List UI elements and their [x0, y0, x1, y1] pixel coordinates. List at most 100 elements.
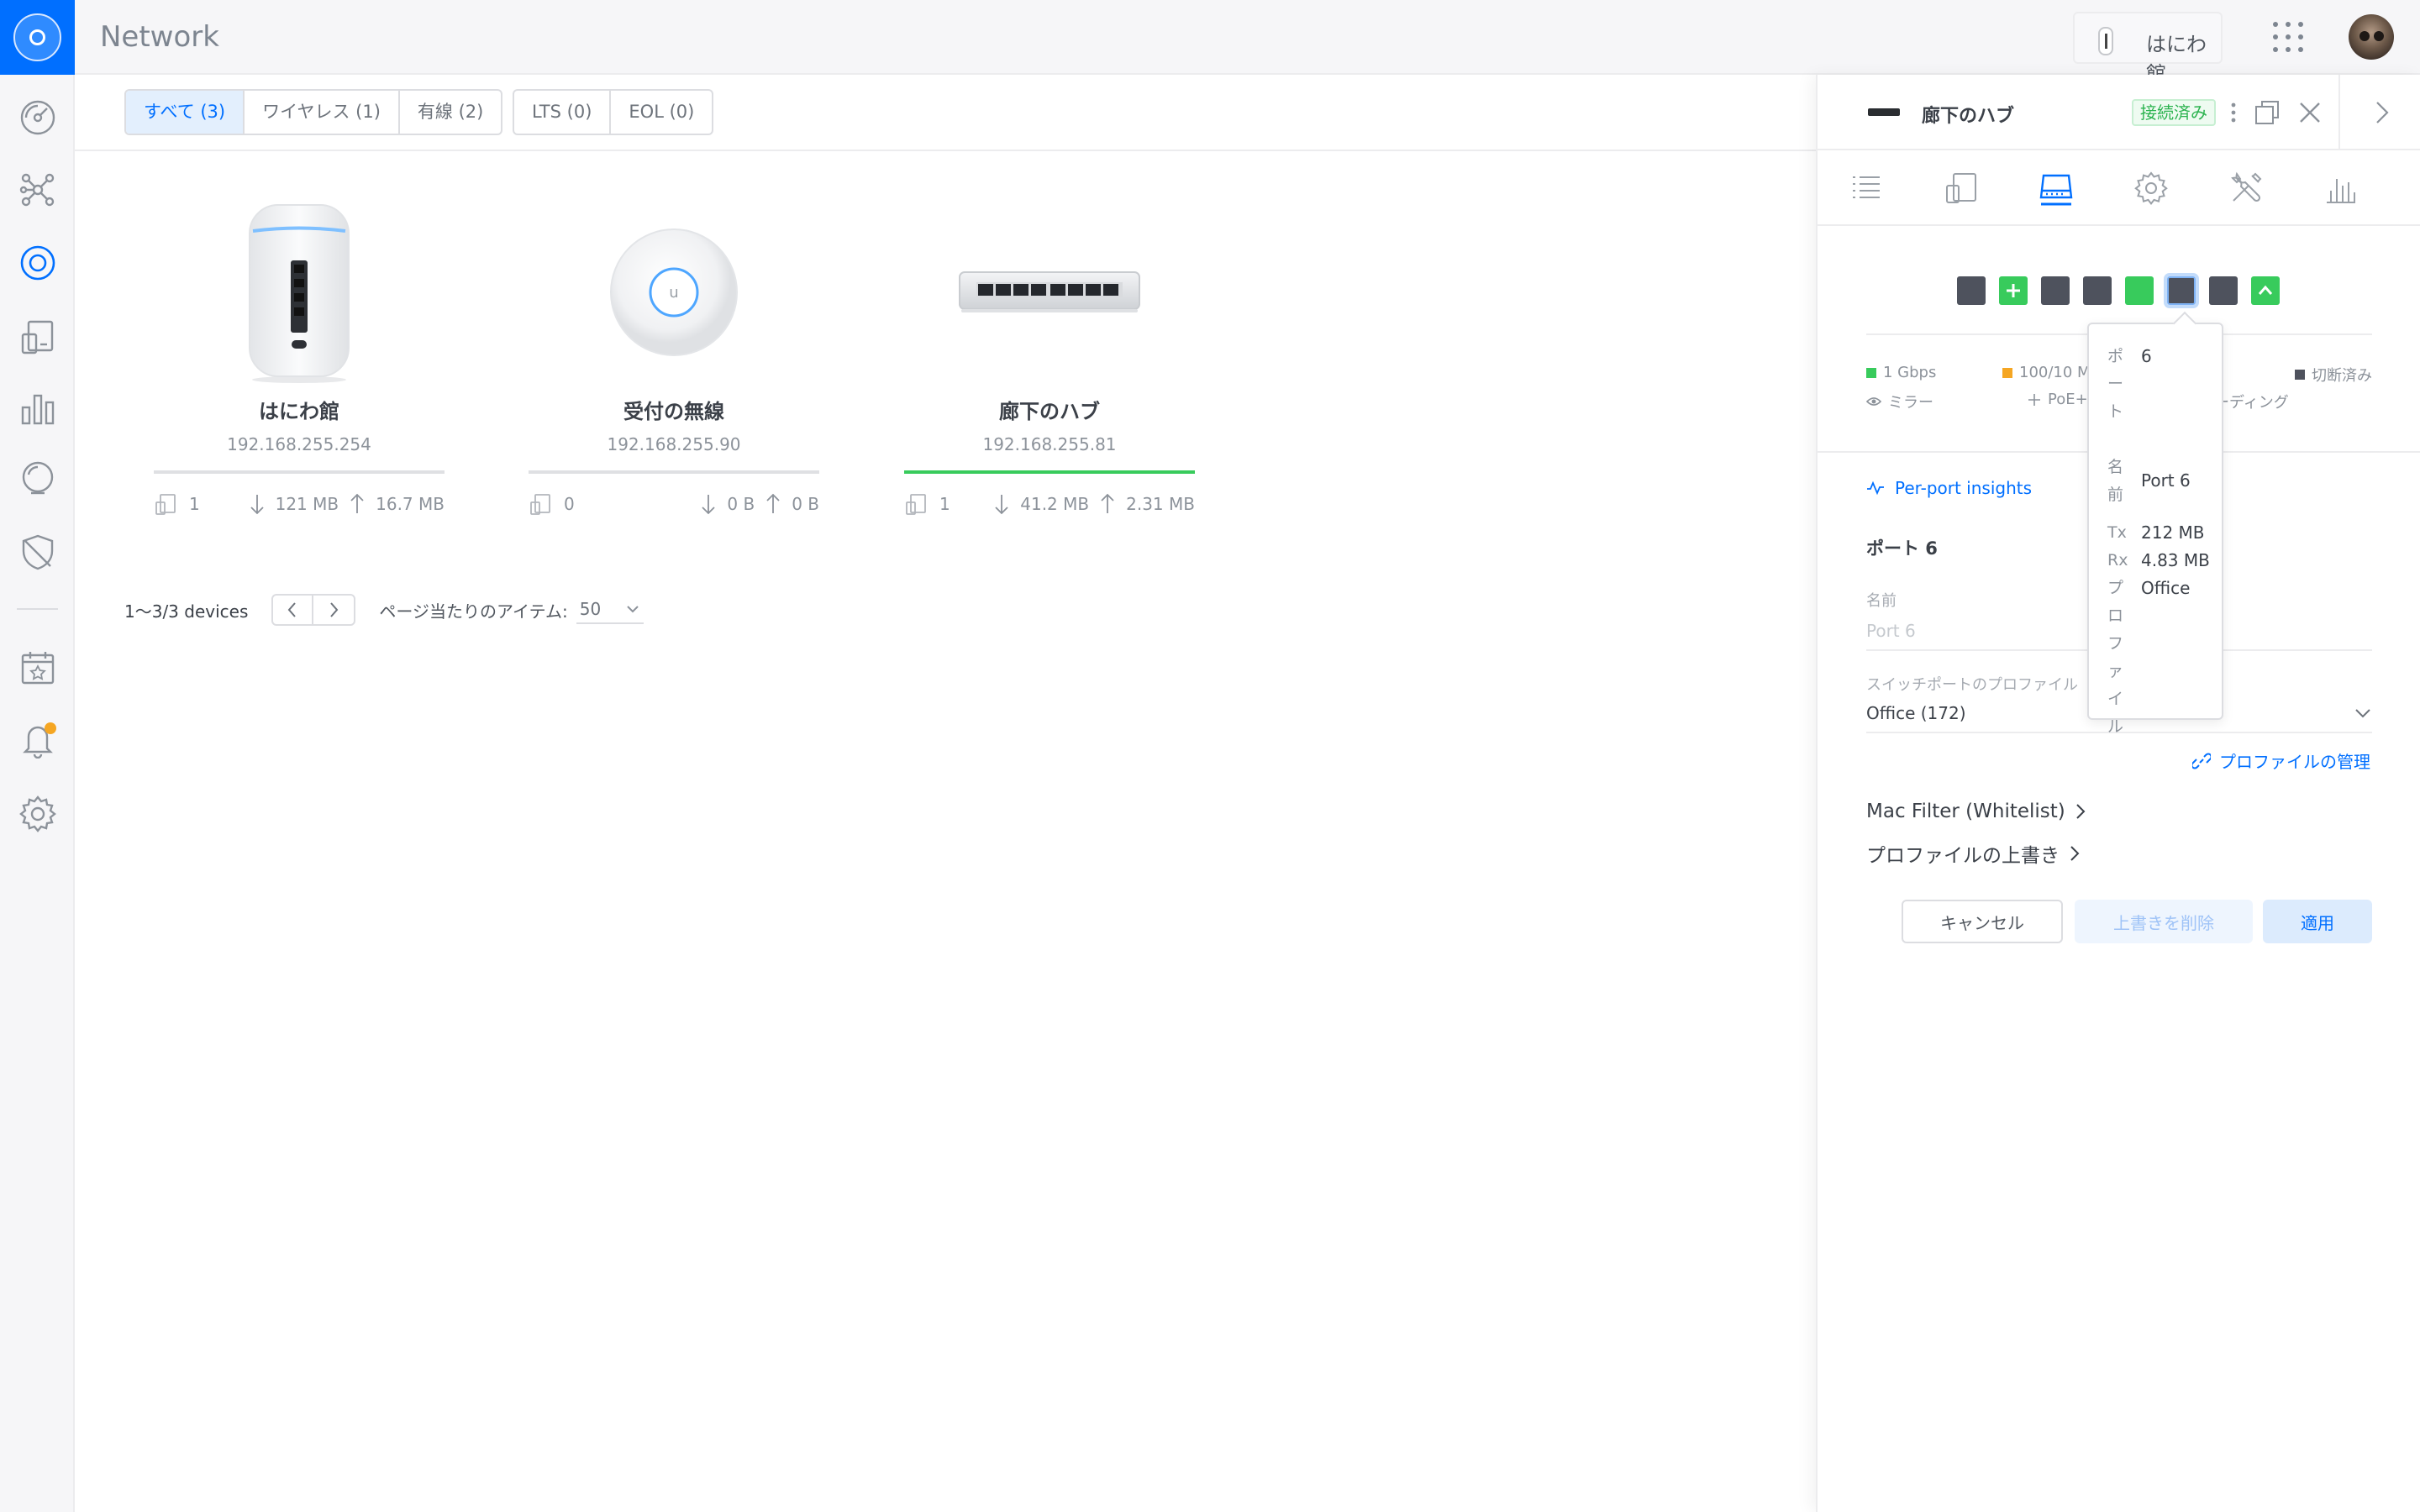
port-1[interactable]	[1957, 276, 1986, 305]
apply-button[interactable]: 適用	[2263, 900, 2372, 943]
port-profile-label: スイッチポートのプロファイル	[1866, 676, 2078, 694]
port-7[interactable]	[2209, 276, 2238, 305]
more-vertical-icon[interactable]	[2219, 98, 2248, 127]
settings-gear-icon[interactable]	[18, 795, 57, 833]
manage-profiles-link[interactable]: プロファイルの管理	[2192, 748, 2370, 773]
tab-clients[interactable]	[1940, 167, 1982, 209]
port-4[interactable]	[2083, 276, 2112, 305]
access-point-image: u	[610, 228, 738, 356]
port-3[interactable]	[2041, 276, 2070, 305]
svg-text:u: u	[669, 284, 678, 302]
filter-wireless[interactable]: ワイヤレス (1)	[245, 91, 400, 134]
site-switcher[interactable]: はにわ館	[2073, 12, 2223, 86]
ubiquiti-logo[interactable]	[0, 0, 75, 75]
site-device-icon	[2098, 27, 2113, 55]
tooltip-name-label: 名前	[2107, 458, 2124, 504]
tab-statistics[interactable]	[2320, 167, 2362, 209]
collapse-panel-button[interactable]	[2338, 75, 2420, 150]
page-nav	[271, 594, 356, 626]
traffic-stats: 41.2 MB 2.31 MB	[990, 492, 1195, 516]
legend-disconnected: 切断済み	[2295, 364, 2372, 386]
device-card[interactable]: 廊下のハブ 192.168.255.81 1 41.2 MB 2.31 MB	[904, 193, 1195, 529]
device-name[interactable]: はにわ館	[154, 395, 445, 424]
remove-override-button[interactable]: 上書きを削除	[2075, 900, 2253, 943]
security-shield-icon[interactable]	[18, 533, 57, 571]
panel-header: 廊下のハブ 接続済み	[1818, 75, 2420, 150]
profile-override-link[interactable]: プロファイルの上書き	[1866, 839, 2081, 868]
device-stats: 0 0 B 0 B	[529, 492, 819, 517]
devices-icon[interactable]	[18, 244, 57, 282]
mac-filter-link[interactable]: Mac Filter (Whitelist)	[1866, 801, 2087, 822]
legend-1gbps: 1 Gbps	[1866, 364, 1936, 381]
topology-icon[interactable]	[18, 171, 57, 209]
clients-icon	[155, 494, 176, 515]
sidebar-divider	[17, 608, 58, 610]
chevron-down-icon	[2355, 709, 2370, 718]
statistics-icon[interactable]	[18, 389, 57, 428]
events-calendar-icon[interactable]	[18, 648, 57, 687]
tab-ports[interactable]	[2035, 167, 2077, 209]
device-filter-bar: すべて (3) ワイヤレス (1) 有線 (2) LTS (0) EOL (0)	[75, 75, 1816, 151]
download-arrow-icon	[702, 495, 716, 515]
tooltip-rx-value: 4.83 MB	[2141, 550, 2210, 570]
device-card[interactable]: はにわ館 192.168.255.254 1 121 MB 16.7 MB	[154, 193, 445, 529]
alert-badge	[45, 722, 56, 734]
device-ip: 192.168.255.254	[227, 434, 371, 454]
port-6[interactable]	[2164, 273, 2199, 308]
insights-icon[interactable]	[18, 459, 57, 498]
type-filter-group: すべて (3) ワイヤレス (1) 有線 (2)	[124, 89, 503, 135]
status-badge: 接続済み	[2132, 99, 2216, 126]
filter-wired[interactable]: 有線 (2)	[400, 91, 501, 134]
activity-icon	[1867, 480, 1884, 496]
chevron-right-icon	[2070, 846, 2080, 861]
tab-tools[interactable]	[2225, 167, 2267, 209]
filter-lts[interactable]: LTS (0)	[514, 91, 612, 134]
filter-eol[interactable]: EOL (0)	[611, 91, 712, 134]
port-name-label: 名前	[1866, 592, 1897, 610]
link-icon	[2192, 752, 2211, 769]
device-stats: 1 41.2 MB 2.31 MB	[904, 492, 1195, 517]
switch-device-image	[959, 271, 1140, 312]
app-title: Network	[100, 20, 219, 54]
device-status-bar	[154, 470, 445, 474]
detach-window-icon[interactable]	[2253, 98, 2281, 127]
legend-mirror: ミラー	[1866, 391, 1933, 412]
tooltip-tx-value: 212 MB	[2141, 522, 2205, 543]
filter-all[interactable]: すべて (3)	[126, 91, 245, 134]
device-card[interactable]: u 受付の無線 192.168.255.90 0 0 B 0 B	[529, 193, 819, 529]
support-filter-group: LTS (0) EOL (0)	[513, 89, 714, 135]
switch-icon	[1868, 108, 1900, 116]
per-port-insights-link[interactable]: Per-port insights	[1866, 478, 2032, 498]
upload-arrow-icon	[766, 493, 780, 513]
prev-page-button[interactable]	[273, 596, 314, 624]
port-8-uplink[interactable]	[2251, 276, 2280, 305]
close-icon[interactable]	[2296, 98, 2324, 127]
chevron-right-icon	[2376, 102, 2389, 123]
list-icon	[1853, 176, 1880, 198]
cancel-button[interactable]: キャンセル	[1902, 900, 2063, 943]
device-name[interactable]: 受付の無線	[529, 395, 819, 424]
tooltip-tx-label: Tx	[2107, 523, 2127, 542]
gear-icon	[2134, 171, 2168, 206]
chevron-down-icon	[627, 606, 639, 613]
apps-grid-icon[interactable]	[2273, 22, 2303, 52]
clients-icon	[1946, 173, 1976, 203]
clients-icon[interactable]	[18, 318, 57, 356]
next-page-button[interactable]	[313, 596, 354, 624]
left-sidebar	[0, 0, 75, 1512]
traffic-stats: 121 MB 16.7 MB	[245, 492, 445, 516]
dashboard-icon[interactable]	[18, 98, 57, 137]
clients-icon	[530, 494, 550, 515]
tab-overview[interactable]	[1845, 167, 1887, 209]
clients-icon	[906, 494, 926, 515]
device-name[interactable]: 廊下のハブ	[904, 395, 1195, 424]
per-page-select[interactable]: 50	[576, 596, 644, 624]
bar-chart-icon	[2327, 179, 2355, 203]
tools-icon	[2231, 171, 2262, 202]
tab-config[interactable]	[2130, 167, 2172, 209]
port-2[interactable]	[1999, 276, 2028, 305]
chevron-up-icon	[2258, 285, 2273, 295]
user-avatar[interactable]	[2349, 14, 2394, 60]
legend-poe: PoE+	[2028, 391, 2088, 408]
port-5[interactable]	[2125, 276, 2154, 305]
